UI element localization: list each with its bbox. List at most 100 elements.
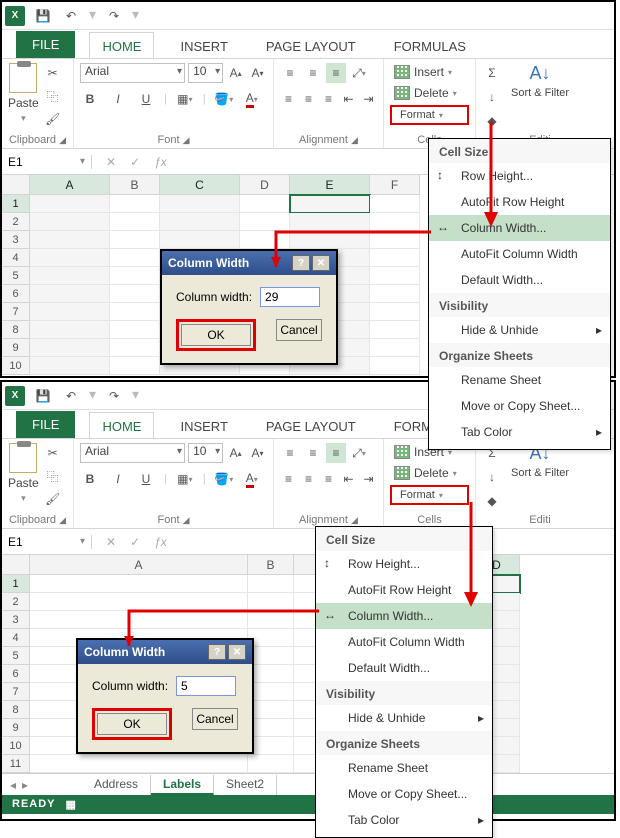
tab-insert[interactable]: INSERT	[168, 413, 239, 438]
cancel-entry-icon[interactable]: ✕	[106, 155, 116, 169]
row-header[interactable]: 11	[2, 755, 30, 773]
bold-button[interactable]: B	[80, 89, 100, 109]
row-header[interactable]: 5	[2, 267, 30, 285]
row-header[interactable]: 3	[2, 611, 30, 629]
indent-inc-icon[interactable]: ⇥	[360, 469, 377, 489]
cell[interactable]	[30, 267, 110, 285]
align-top-icon[interactable]: ≡	[280, 63, 300, 83]
menu-rename-sheet[interactable]: Rename Sheet	[429, 367, 610, 393]
cell[interactable]	[110, 339, 160, 357]
qat-undo-button[interactable]: ↶	[61, 6, 81, 26]
row-header[interactable]: 8	[2, 321, 30, 339]
paste-icon[interactable]	[9, 63, 37, 93]
row-header[interactable]: 9	[2, 719, 30, 737]
column-header[interactable]: A	[30, 175, 110, 195]
cell[interactable]	[110, 303, 160, 321]
cell[interactable]	[290, 195, 370, 213]
cell[interactable]	[110, 231, 160, 249]
sort-filter-label[interactable]: Sort & Filter	[511, 87, 569, 99]
row-header[interactable]: 1	[2, 195, 30, 213]
align-left-icon[interactable]: ≡	[280, 89, 297, 109]
increase-font-icon[interactable]: A▴	[226, 443, 245, 463]
cell[interactable]	[248, 701, 294, 719]
qat-redo-button[interactable]: ↷	[104, 6, 124, 26]
underline-button[interactable]: U	[136, 89, 156, 109]
font-size-select[interactable]: 10	[188, 63, 223, 83]
cut-icon[interactable]: ✂	[43, 443, 63, 463]
menu-rename-sheet[interactable]: Rename Sheet	[316, 755, 492, 781]
cell[interactable]	[370, 195, 420, 213]
sort-filter-label[interactable]: Sort & Filter	[511, 467, 569, 479]
tab-file[interactable]: FILE	[16, 411, 75, 438]
paste-label[interactable]: Paste	[8, 476, 39, 490]
row-header[interactable]: 6	[2, 285, 30, 303]
increase-font-icon[interactable]: A▴	[226, 63, 245, 83]
cell[interactable]	[30, 213, 110, 231]
cell[interactable]	[110, 249, 160, 267]
menu-autofit-row[interactable]: AutoFit Row Height	[429, 189, 610, 215]
font-name-select[interactable]: Arial	[80, 443, 185, 463]
cell[interactable]	[370, 303, 420, 321]
column-header[interactable]: C	[160, 175, 240, 195]
align-bottom-icon[interactable]: ≡	[326, 63, 346, 83]
cut-icon[interactable]: ✂	[43, 63, 63, 83]
cell[interactable]	[30, 755, 248, 773]
column-header[interactable]: B	[110, 175, 160, 195]
row-header[interactable]: 6	[2, 665, 30, 683]
font-size-select[interactable]: 10	[188, 443, 223, 463]
cell[interactable]	[248, 665, 294, 683]
menu-autofit-col[interactable]: AutoFit Column Width	[316, 629, 492, 655]
menu-row-height[interactable]: ↕Row Height...	[429, 163, 610, 189]
cell[interactable]	[248, 575, 294, 593]
cell[interactable]	[30, 195, 110, 213]
qat-redo-button[interactable]: ↷	[104, 386, 124, 406]
sheet-tab[interactable]: Sheet2	[214, 775, 277, 795]
align-bottom-icon[interactable]: ≡	[326, 443, 346, 463]
row-header[interactable]: 4	[2, 629, 30, 647]
orientation-icon[interactable]: ⤢▾	[349, 443, 369, 463]
cell[interactable]	[110, 321, 160, 339]
cell[interactable]	[30, 249, 110, 267]
row-header[interactable]: 9	[2, 339, 30, 357]
font-color-icon[interactable]: A▾	[242, 89, 262, 109]
align-right-icon[interactable]: ≡	[320, 469, 337, 489]
cell[interactable]	[370, 357, 420, 375]
cell[interactable]	[110, 267, 160, 285]
column-header[interactable]: A	[30, 555, 248, 575]
name-box[interactable]: E1▾	[2, 535, 92, 549]
tab-formulas[interactable]: FORMULAS	[382, 33, 478, 58]
row-header[interactable]: 8	[2, 701, 30, 719]
decrease-font-icon[interactable]: A▾	[248, 63, 267, 83]
tab-page-layout[interactable]: PAGE LAYOUT	[254, 33, 368, 58]
italic-button[interactable]: I	[108, 89, 128, 109]
row-header[interactable]: 7	[2, 683, 30, 701]
menu-move-copy[interactable]: Move or Copy Sheet...	[429, 393, 610, 419]
column-width-input[interactable]	[260, 287, 320, 307]
tab-home[interactable]: HOME	[89, 412, 154, 438]
align-middle-icon[interactable]: ≡	[303, 443, 323, 463]
bold-button[interactable]: B	[80, 469, 100, 489]
format-painter-icon[interactable]: 🖌	[43, 489, 63, 509]
macro-record-icon[interactable]: ▦	[66, 798, 77, 811]
cell[interactable]	[30, 303, 110, 321]
row-header[interactable]: 2	[2, 593, 30, 611]
cell[interactable]	[110, 285, 160, 303]
align-right-icon[interactable]: ≡	[320, 89, 337, 109]
row-header[interactable]: 3	[2, 231, 30, 249]
tab-home[interactable]: HOME	[89, 32, 154, 58]
menu-column-width[interactable]: ↔Column Width...	[429, 215, 610, 241]
indent-dec-icon[interactable]: ⇤	[340, 469, 357, 489]
decrease-font-icon[interactable]: A▾	[248, 443, 267, 463]
align-left-icon[interactable]: ≡	[280, 469, 297, 489]
underline-button[interactable]: U	[136, 469, 156, 489]
menu-hide-unhide[interactable]: Hide & Unhide	[429, 317, 610, 343]
menu-move-copy[interactable]: Move or Copy Sheet...	[316, 781, 492, 807]
cancel-button[interactable]: Cancel	[192, 708, 238, 730]
fill-color-icon[interactable]: 🪣▾	[214, 469, 234, 489]
border-icon[interactable]: ▦ ▾	[175, 89, 195, 109]
confirm-entry-icon[interactable]: ✓	[130, 535, 140, 549]
tab-file[interactable]: FILE	[16, 31, 75, 58]
cell[interactable]	[30, 321, 110, 339]
indent-dec-icon[interactable]: ⇤	[340, 89, 357, 109]
column-header[interactable]: D	[240, 175, 290, 195]
